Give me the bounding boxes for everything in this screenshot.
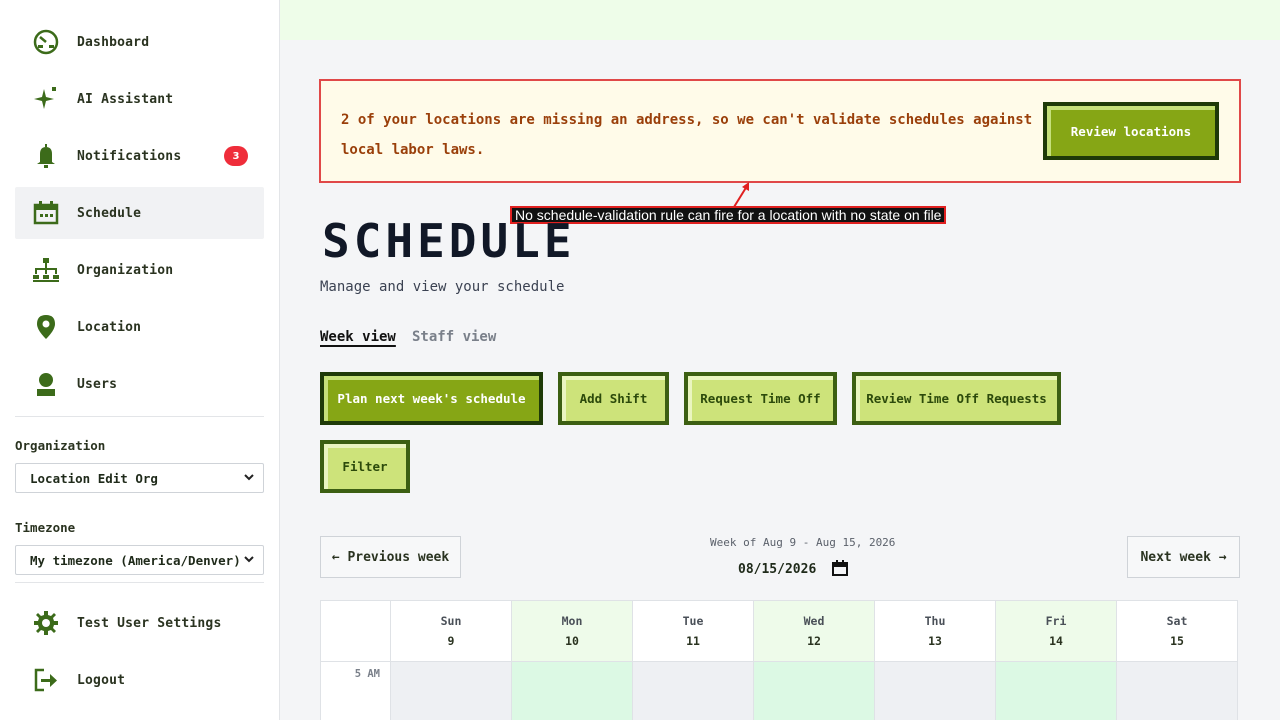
nav-dashboard-label: Dashboard bbox=[77, 34, 150, 50]
nav-location-label: Location bbox=[77, 319, 142, 335]
day-name: Mon bbox=[561, 614, 583, 628]
calendar-slot[interactable] bbox=[633, 662, 754, 720]
page-subtitle: Manage and view your schedule bbox=[320, 279, 565, 295]
calendar-slot[interactable] bbox=[875, 662, 996, 720]
day-header: Mon 10 bbox=[512, 600, 633, 662]
day-date: 12 bbox=[807, 634, 821, 648]
filter-button[interactable]: Filter bbox=[320, 440, 410, 493]
nav-notifications[interactable]: Notifications 3 bbox=[15, 130, 264, 182]
plan-next-week-button[interactable]: Plan next week's schedule bbox=[320, 372, 543, 425]
nav-location[interactable]: Location bbox=[15, 301, 264, 353]
nav-logout[interactable]: Logout bbox=[15, 654, 264, 706]
day-header: Fri 14 bbox=[996, 600, 1117, 662]
missing-address-alert: 2 of your locations are missing an addre… bbox=[319, 79, 1241, 183]
day-name: Fri bbox=[1045, 614, 1067, 628]
nav-users-label: Users bbox=[77, 376, 118, 392]
sidebar-divider bbox=[15, 582, 264, 583]
bell-icon bbox=[31, 141, 61, 171]
timezone-select[interactable]: My timezone (America/Denver) bbox=[15, 545, 264, 575]
tab-staff-view[interactable]: Staff view bbox=[412, 329, 496, 345]
calendar-slot[interactable] bbox=[391, 662, 512, 720]
top-banner bbox=[280, 0, 1280, 40]
day-header: Sat 15 bbox=[1117, 600, 1238, 662]
day-header: Sun 9 bbox=[391, 600, 512, 662]
chevron-down-icon bbox=[244, 556, 254, 563]
nav-ai-assistant[interactable]: AI Assistant bbox=[15, 73, 264, 125]
calendar-slot[interactable] bbox=[996, 662, 1117, 720]
day-name: Tue bbox=[682, 614, 704, 628]
previous-week-button[interactable]: ← Previous week bbox=[320, 536, 461, 578]
day-header: Tue 11 bbox=[633, 600, 754, 662]
day-date: 14 bbox=[1049, 634, 1063, 648]
next-week-button[interactable]: Next week → bbox=[1127, 536, 1240, 578]
chevron-down-icon bbox=[244, 474, 254, 481]
add-shift-button[interactable]: Add Shift bbox=[558, 372, 669, 425]
tab-week-view[interactable]: Week view bbox=[320, 329, 396, 345]
nav-dashboard[interactable]: Dashboard bbox=[15, 16, 264, 68]
day-name: Sat bbox=[1166, 614, 1188, 628]
logout-icon bbox=[31, 665, 61, 695]
day-name: Wed bbox=[803, 614, 825, 628]
calendar-slot[interactable] bbox=[754, 662, 875, 720]
calendar-slot[interactable] bbox=[1117, 662, 1238, 720]
week-date-input[interactable]: 08/15/2026 bbox=[738, 559, 850, 579]
nav-organization[interactable]: Organization bbox=[15, 244, 264, 296]
week-calendar: Sun 9 Mon 10 Tue 11 Wed 12 Thu 13 Fri 14 Sat 15… bbox=[320, 600, 1239, 720]
time-label-cell: 5 AM bbox=[321, 662, 391, 720]
map-pin-icon bbox=[31, 312, 61, 342]
alert-message: 2 of your locations are missing an addre… bbox=[341, 112, 1033, 158]
week-range-label: Week of Aug 9 - Aug 15, 2026 bbox=[710, 536, 896, 549]
week-date-value: 08/15/2026 bbox=[738, 561, 817, 577]
nav-schedule[interactable]: Schedule bbox=[15, 187, 264, 239]
sparkle-icon bbox=[31, 84, 61, 114]
review-locations-button[interactable]: Review locations bbox=[1043, 102, 1219, 160]
gear-icon bbox=[31, 608, 61, 638]
day-date: 11 bbox=[686, 634, 700, 648]
day-date: 15 bbox=[1170, 634, 1184, 648]
nav-notifications-label: Notifications bbox=[77, 148, 182, 164]
nav-organization-label: Organization bbox=[77, 262, 174, 278]
review-time-off-button[interactable]: Review Time Off Requests bbox=[852, 372, 1061, 425]
time-label: 5 AM bbox=[354, 668, 380, 680]
request-time-off-button[interactable]: Request Time Off bbox=[684, 372, 837, 425]
timezone-select-value: My timezone (America/Denver) bbox=[30, 552, 241, 568]
user-icon bbox=[31, 369, 61, 399]
organization-select[interactable]: Location Edit Org bbox=[15, 463, 264, 493]
organization-select-value: Location Edit Org bbox=[30, 470, 158, 486]
nav-ai-assistant-label: AI Assistant bbox=[77, 91, 174, 107]
nav-users[interactable]: Users bbox=[15, 358, 264, 410]
day-date: 13 bbox=[928, 634, 942, 648]
nav-schedule-label: Schedule bbox=[77, 205, 142, 221]
day-date: 10 bbox=[565, 634, 579, 648]
day-header: Wed 12 bbox=[754, 600, 875, 662]
day-name: Thu bbox=[924, 614, 946, 628]
timezone-label: Timezone bbox=[15, 520, 76, 535]
dashboard-icon bbox=[31, 27, 61, 57]
sidebar-divider bbox=[15, 416, 264, 417]
sidebar: Dashboard AI Assistant Notifications 3 S… bbox=[0, 0, 280, 720]
org-chart-icon bbox=[31, 255, 61, 285]
calendar-corner bbox=[321, 600, 391, 662]
nav-settings-label: Test User Settings bbox=[77, 615, 222, 631]
day-header: Thu 13 bbox=[875, 600, 996, 662]
calendar-icon bbox=[31, 198, 61, 228]
organization-label: Organization bbox=[15, 438, 106, 453]
page-title: SCHEDULE bbox=[322, 214, 576, 268]
nav-logout-label: Logout bbox=[77, 672, 126, 688]
day-name: Sun bbox=[440, 614, 462, 628]
notification-count-badge: 3 bbox=[224, 146, 248, 166]
day-date: 9 bbox=[447, 634, 455, 648]
nav-settings[interactable]: Test User Settings bbox=[15, 597, 264, 649]
calendar-slot[interactable] bbox=[512, 662, 633, 720]
calendar-icon[interactable] bbox=[832, 560, 848, 576]
